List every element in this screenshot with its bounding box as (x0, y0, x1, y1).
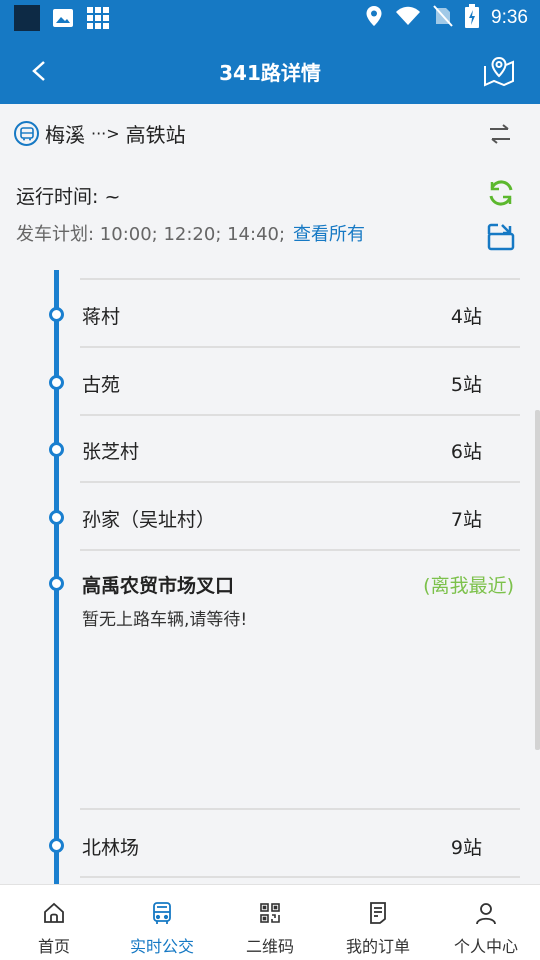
nav-label: 我的订单 (345, 937, 410, 956)
battery-charging-icon (465, 4, 480, 32)
no-sim-icon (433, 5, 453, 31)
bus-icon (150, 901, 174, 929)
nav-realtime-bus[interactable]: 实时公交 (108, 885, 216, 960)
no-bus-message: 暂无上路车辆,请等待! (82, 610, 248, 630)
stop-count: 5站 (450, 374, 482, 396)
nav-qr-code[interactable]: 二维码 (216, 885, 324, 960)
stop-dot (49, 442, 64, 457)
grid-apps-icon (86, 6, 110, 34)
wifi-icon (395, 6, 421, 30)
stop-dot (49, 576, 64, 591)
divider (80, 414, 520, 416)
stop-count: 4站 (450, 306, 482, 328)
swap-direction-button[interactable] (486, 122, 514, 146)
share-icon (486, 223, 516, 256)
nav-label: 个人中心 (453, 937, 518, 956)
map-pin-icon (482, 56, 516, 92)
status-time: 9:36 (491, 7, 528, 28)
nav-label: 实时公交 (129, 937, 194, 956)
stops-list[interactable]: 蒋村 4站 古苑 5站 张芝村 6站 孙家（吴址村） 7站 高禹农贸市场叉口 (… (0, 270, 540, 884)
nav-home[interactable]: 首页 (0, 885, 108, 960)
divider (80, 876, 520, 878)
refresh-icon (486, 180, 516, 212)
nav-profile[interactable]: 个人中心 (432, 885, 540, 960)
see-all-link[interactable]: 查看所有 (293, 224, 365, 245)
stop-dot (49, 307, 64, 322)
order-icon (366, 901, 390, 929)
status-bar: 9:36 (0, 0, 540, 38)
stop-dot (49, 510, 64, 525)
bottom-nav: 首页 实时公交 二维码 我的订单 个人中心 (0, 884, 540, 960)
divider (80, 346, 520, 348)
swap-arrows-icon (486, 124, 514, 150)
stop-name: 蒋村 (82, 306, 121, 328)
person-icon (474, 901, 498, 929)
stop-count: 6站 (450, 441, 482, 463)
nav-label: 二维码 (245, 937, 294, 956)
page-title: 341路详情 (219, 61, 321, 85)
share-button[interactable] (486, 222, 516, 252)
route-arrow: ···> (91, 124, 120, 143)
divider (80, 481, 520, 483)
divider (80, 278, 520, 280)
route-to: 高铁站 (125, 123, 186, 147)
image-icon (52, 8, 74, 32)
stop-name: 张芝村 (82, 441, 140, 463)
schedule-text: 发车计划: 10:00; 12:20; 14:40; (16, 224, 286, 245)
refresh-button[interactable] (486, 178, 516, 208)
divider (80, 808, 520, 810)
departure-schedule: 发车计划: 10:00; 12:20; 14:40; 查看所有 (16, 220, 365, 246)
nearest-badge: (离我最近) (423, 575, 514, 597)
location-icon (365, 5, 383, 31)
stop-name: 古苑 (82, 374, 121, 396)
stop-dot (49, 375, 64, 390)
bus-icon (14, 121, 39, 146)
qr-code-icon (258, 901, 282, 929)
stop-name: 孙家（吴址村） (82, 509, 216, 531)
stop-count: 7站 (450, 509, 482, 531)
scrollbar[interactable] (535, 410, 540, 750)
stop-name: 北林场 (82, 837, 140, 859)
divider (80, 549, 520, 551)
route-from: 梅溪 (45, 123, 85, 147)
run-time: 运行时间: ~ (16, 186, 121, 208)
nav-label: 首页 (37, 937, 70, 956)
app-square-icon (14, 5, 40, 35)
app-bar: 341路详情 (0, 38, 540, 104)
home-icon (42, 901, 66, 929)
stop-name: 高禹农贸市场叉口 (82, 575, 235, 597)
route-direction: 梅溪 ···> 高铁站 (14, 119, 186, 148)
route-header: 梅溪 ···> 高铁站 运行时间: ~ 发车计划: 10:00; 12:20; … (0, 104, 540, 270)
nav-my-orders[interactable]: 我的订单 (324, 885, 432, 960)
stop-dot (49, 838, 64, 853)
map-button[interactable] (482, 54, 516, 88)
stop-count: 9站 (450, 837, 482, 859)
